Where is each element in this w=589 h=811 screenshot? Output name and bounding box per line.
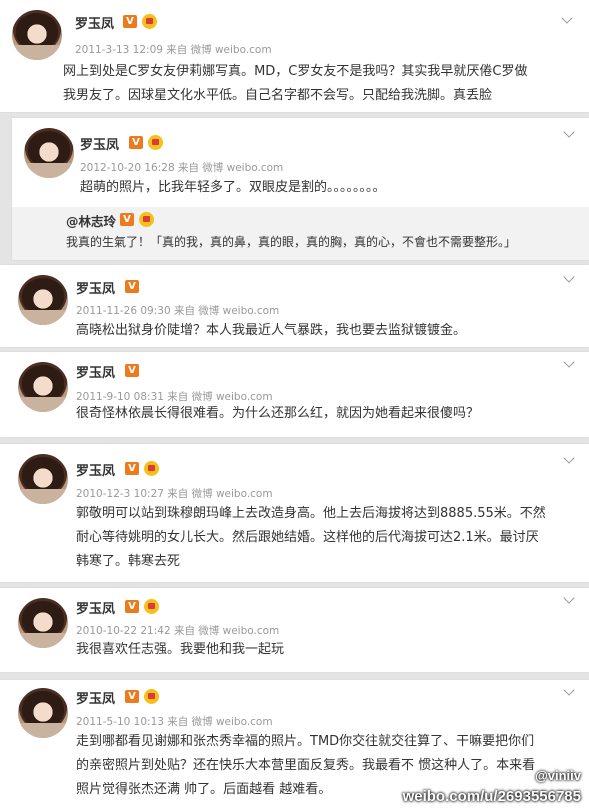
post-line: 我很喜欢任志强。我要他和我一起玩	[76, 642, 285, 657]
repost-text: 我真的生氣了！「真的我，真的鼻，真的眼，真的胸，真的心，不會也不需要整形。」	[66, 235, 517, 249]
username[interactable]: 罗玉凤	[75, 13, 114, 32]
post-text: 超萌的照片，比我年轻多了。双眼皮是割的。。。。。。。。	[80, 176, 580, 200]
verified-v-icon: V	[125, 690, 139, 703]
repost-box[interactable]: @林志玲 V 我真的生氣了！「真的我，真的鼻，真的眼，真的胸，真的心，不會也不需…	[12, 207, 589, 260]
post-meta[interactable]: 2011-11-26 09:30 来自 微博 weibo.com	[76, 303, 279, 318]
vip-crown-icon	[144, 599, 159, 614]
avatar[interactable]	[18, 362, 68, 412]
weibo-post: 罗玉凤 V 2010-10-22 21:42 来自 微博 weibo.com 我…	[0, 588, 589, 672]
vip-crown-icon	[144, 689, 159, 704]
avatar[interactable]	[18, 598, 68, 648]
post-line: 走到哪都看见谢娜和张杰秀幸福的照片。TMD你交往就交往算了、干嘛要把你们	[76, 734, 535, 749]
post-meta[interactable]: 2011-5-10 10:13 来自 微博 weibo.com	[76, 714, 273, 729]
post-text: 我很喜欢任志强。我要他和我一起玩	[76, 638, 576, 662]
username[interactable]: 罗玉凤	[76, 460, 115, 479]
post-line: 网上到处是C罗女友伊莉娜写真。MD，C罗女友不是我吗？其实我早就厌倦C罗做	[63, 64, 528, 79]
post-line: 超萌的照片，比我年轻多了。双眼皮是割的。。。。。。。。	[80, 180, 386, 195]
weibo-post: 罗玉凤 V 2011-5-10 10:13 来自 微博 weibo.com 走到…	[0, 680, 589, 811]
verified-v-icon: V	[120, 213, 134, 226]
avatar[interactable]	[18, 275, 68, 325]
vip-crown-icon	[142, 14, 157, 29]
avatar[interactable]	[18, 688, 68, 738]
weibo-post: 罗玉凤 V 2012-10-20 16:28 来自 微博 weibo.com 超…	[12, 118, 589, 260]
weibo-post: 罗玉凤 V 2011-11-26 09:30 来自 微博 weibo.com 高…	[0, 265, 589, 347]
weibo-post: 罗玉凤 V 2011-3-13 12:09 来自 微博 weibo.com 网上…	[0, 0, 589, 112]
post-line: 的亲密照片到处贴？还在快乐大本营里面反复秀。我最看不 惯这种人了。本来看	[76, 758, 536, 773]
username[interactable]: 罗玉凤	[76, 598, 115, 617]
chevron-down-icon[interactable]	[563, 126, 575, 138]
watermark-url: weibo.com/u/2693556785	[402, 788, 581, 805]
post-line: 很奇怪林依晨长得很难看。为什么还那么红，就因为她看起来很傻吗？	[76, 406, 480, 421]
post-text: 很奇怪林依晨长得很难看。为什么还那么红，就因为她看起来很傻吗？	[76, 402, 576, 426]
chevron-down-icon[interactable]	[563, 356, 575, 368]
username[interactable]: 罗玉凤	[76, 688, 115, 707]
avatar[interactable]	[18, 454, 68, 504]
chevron-down-icon[interactable]	[563, 684, 575, 696]
post-meta[interactable]: 2012-10-20 16:28 来自 微博 weibo.com	[80, 160, 283, 175]
verified-v-icon: V	[123, 15, 137, 28]
post-line: 郭敬明可以站到珠穆朗玛峰上去改造身高。他上去后海拔将达到8885.55米。不然	[76, 506, 546, 521]
chevron-down-icon[interactable]	[563, 271, 575, 283]
repost-username[interactable]: @林志玲	[66, 211, 116, 230]
watermark-handle: @viniiv	[535, 768, 581, 783]
verified-v-icon: V	[125, 364, 139, 377]
post-meta[interactable]: 2010-12-3 10:27 来自 微博 weibo.com	[76, 486, 273, 501]
vip-crown-icon	[144, 461, 159, 476]
username[interactable]: 罗玉凤	[80, 134, 119, 153]
vip-crown-icon	[139, 212, 154, 227]
post-text: 郭敬明可以站到珠穆朗玛峰上去改造身高。他上去后海拔将达到8885.55米。不然 …	[76, 502, 586, 574]
post-text: 高晓松出狱身价陡增？本人我最近人气暴跌，我也要去监狱镀镀金。	[76, 319, 576, 343]
weibo-post: 罗玉凤 V 2010-12-3 10:27 来自 微博 weibo.com 郭敬…	[0, 444, 589, 582]
verified-v-icon: V	[129, 136, 143, 149]
avatar[interactable]	[12, 10, 62, 60]
weibo-post: 罗玉凤 V 2011-9-10 08:31 来自 微博 weibo.com 很奇…	[0, 352, 589, 437]
username[interactable]: 罗玉凤	[76, 362, 115, 381]
chevron-down-icon[interactable]	[563, 592, 575, 604]
verified-v-icon: V	[125, 280, 139, 293]
avatar[interactable]	[24, 128, 74, 178]
post-text: 网上到处是C罗女友伊莉娜写真。MD，C罗女友不是我吗？其实我早就厌倦C罗做 我男…	[63, 60, 583, 108]
verified-v-icon: V	[125, 600, 139, 613]
vip-crown-icon	[148, 135, 163, 150]
post-meta[interactable]: 2010-10-22 21:42 来自 微博 weibo.com	[76, 623, 279, 638]
post-line: 我男友了。因球星文化水平低。自己名字都不会写。只配给我洗脚。真丢脸	[63, 88, 493, 103]
username[interactable]: 罗玉凤	[76, 278, 115, 297]
post-line: 韩寒了。韩寒去死	[76, 554, 181, 569]
chevron-down-icon[interactable]	[563, 452, 575, 464]
post-line: 高晓松出狱身价陡增？本人我最近人气暴跌，我也要去监狱镀镀金。	[76, 323, 467, 338]
chevron-down-icon[interactable]	[561, 12, 573, 24]
post-line: 耐心等待姚明的女儿长大。然后跟她结婚。这样他的后代海拔可达2.1米。最讨厌	[76, 530, 539, 545]
post-meta[interactable]: 2011-3-13 12:09 来自 微博 weibo.com	[75, 42, 272, 57]
verified-v-icon: V	[125, 462, 139, 475]
